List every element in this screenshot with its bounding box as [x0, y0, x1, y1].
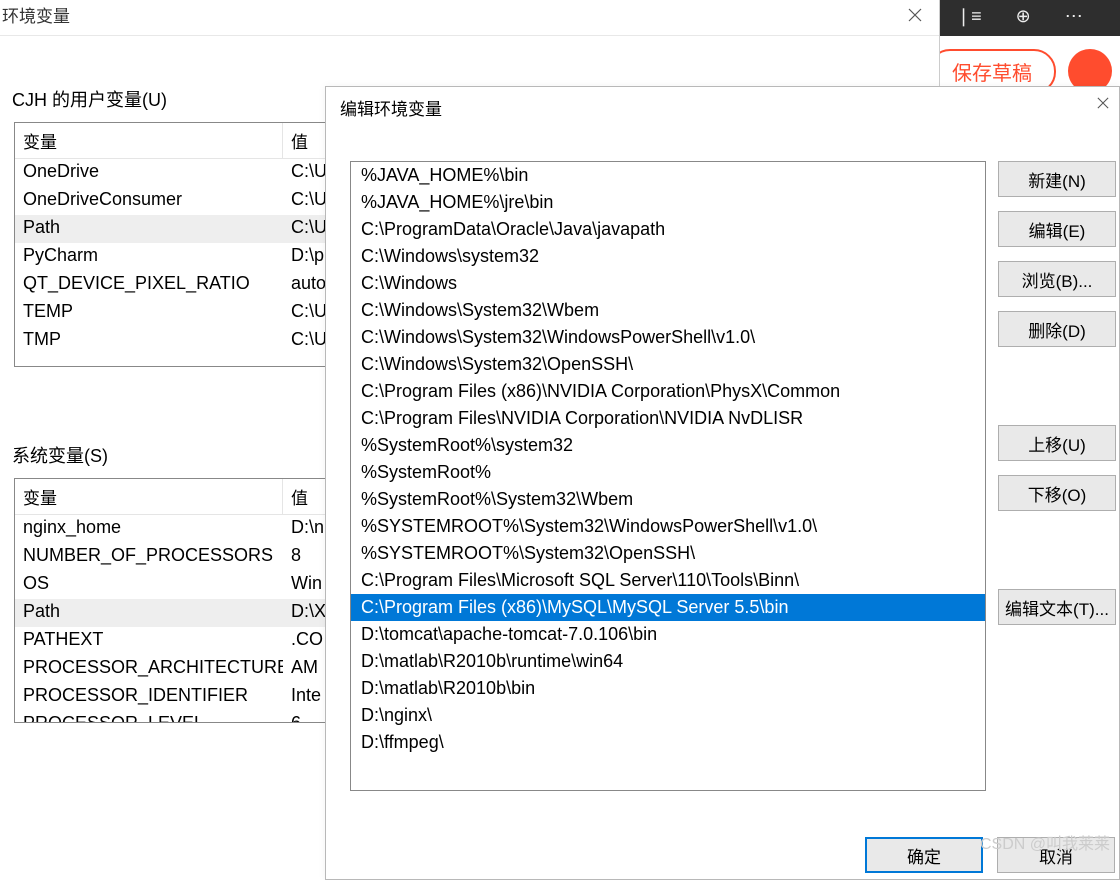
- list-item[interactable]: %SystemRoot%\System32\Wbem: [351, 486, 985, 513]
- cell-variable: OneDriveConsumer: [15, 187, 283, 215]
- list-item[interactable]: C:\Windows\System32\Wbem: [351, 297, 985, 324]
- list-item[interactable]: %SYSTEMROOT%\System32\OpenSSH\: [351, 540, 985, 567]
- list-item[interactable]: C:\Program Files (x86)\NVIDIA Corporatio…: [351, 378, 985, 405]
- cell-variable: Path: [15, 215, 283, 243]
- cell-variable: NUMBER_OF_PROCESSORS: [15, 543, 283, 571]
- move-up-button[interactable]: 上移(U): [998, 425, 1116, 461]
- list-item[interactable]: %JAVA_HOME%\jre\bin: [351, 189, 985, 216]
- cell-variable: TEMP: [15, 299, 283, 327]
- cell-variable: PROCESSOR_IDENTIFIER: [15, 683, 283, 711]
- list-item[interactable]: C:\ProgramData\Oracle\Java\javapath: [351, 216, 985, 243]
- add-icon[interactable]: ⊕: [1016, 6, 1031, 27]
- cell-variable: nginx_home: [15, 515, 283, 543]
- list-item[interactable]: D:\nginx\: [351, 702, 985, 729]
- spacer: [998, 361, 1116, 411]
- list-item[interactable]: C:\Windows\System32\WindowsPowerShell\v1…: [351, 324, 985, 351]
- list-item[interactable]: D:\matlab\R2010b\runtime\win64: [351, 648, 985, 675]
- cell-variable: TMP: [15, 327, 283, 355]
- list-item[interactable]: D:\ffmpeg\: [351, 729, 985, 756]
- menu-icon[interactable]: ⋯: [1065, 6, 1083, 27]
- path-listbox[interactable]: %JAVA_HOME%\bin%JAVA_HOME%\jre\binC:\Pro…: [351, 162, 985, 790]
- edit-dialog-title: 编辑环境变量: [326, 87, 1119, 128]
- strip-icons: ❘≡ ⊕ ⋯: [940, 0, 1120, 33]
- dialog-title: 环境变量: [0, 0, 939, 29]
- list-item[interactable]: %SYSTEMROOT%\System32\WindowsPowerShell\…: [351, 513, 985, 540]
- list-item[interactable]: D:\tomcat\apache-tomcat-7.0.106\bin: [351, 621, 985, 648]
- path-list-container: %JAVA_HOME%\bin%JAVA_HOME%\jre\binC:\Pro…: [350, 161, 986, 791]
- cell-variable: QT_DEVICE_PIXEL_RATIO: [15, 271, 283, 299]
- list-item[interactable]: %JAVA_HOME%\bin: [351, 162, 985, 189]
- list-item[interactable]: %SystemRoot%\system32: [351, 432, 985, 459]
- cell-variable: PyCharm: [15, 243, 283, 271]
- col-variable[interactable]: 变量: [15, 479, 283, 514]
- cell-variable: PROCESSOR_LEVEL: [15, 711, 283, 723]
- cell-variable: OneDrive: [15, 159, 283, 187]
- list-item[interactable]: %SystemRoot%: [351, 459, 985, 486]
- list-item[interactable]: C:\Windows\system32: [351, 243, 985, 270]
- cell-variable: OS: [15, 571, 283, 599]
- list-item[interactable]: C:\Program Files\NVIDIA Corporation\NVID…: [351, 405, 985, 432]
- ok-button[interactable]: 确定: [865, 837, 983, 873]
- spacer: [998, 525, 1116, 575]
- list-item[interactable]: C:\Program Files (x86)\MySQL\MySQL Serve…: [351, 594, 985, 621]
- chat-icon[interactable]: ❘≡: [956, 6, 982, 27]
- list-item[interactable]: D:\matlab\R2010b\bin: [351, 675, 985, 702]
- button-column: 新建(N) 编辑(E) 浏览(B)... 删除(D) 上移(U) 下移(O) 编…: [998, 161, 1116, 625]
- list-item[interactable]: C:\Windows: [351, 270, 985, 297]
- delete-button[interactable]: 删除(D): [998, 311, 1116, 347]
- col-variable[interactable]: 变量: [15, 123, 283, 158]
- new-button[interactable]: 新建(N): [998, 161, 1116, 197]
- list-item[interactable]: C:\Program Files\Microsoft SQL Server\11…: [351, 567, 985, 594]
- close-button[interactable]: [895, 0, 935, 30]
- watermark: CSDN @叫我莱莱: [980, 830, 1110, 854]
- cell-variable: PATHEXT: [15, 627, 283, 655]
- close-icon[interactable]: [1089, 93, 1117, 113]
- list-item[interactable]: C:\Windows\System32\OpenSSH\: [351, 351, 985, 378]
- edit-button[interactable]: 编辑(E): [998, 211, 1116, 247]
- move-down-button[interactable]: 下移(O): [998, 475, 1116, 511]
- cell-variable: PROCESSOR_ARCHITECTURE: [15, 655, 283, 683]
- browse-button[interactable]: 浏览(B)...: [998, 261, 1116, 297]
- cell-variable: Path: [15, 599, 283, 627]
- edit-env-var-dialog: 编辑环境变量 %JAVA_HOME%\bin%JAVA_HOME%\jre\bi…: [325, 86, 1120, 880]
- edit-text-button[interactable]: 编辑文本(T)...: [998, 589, 1116, 625]
